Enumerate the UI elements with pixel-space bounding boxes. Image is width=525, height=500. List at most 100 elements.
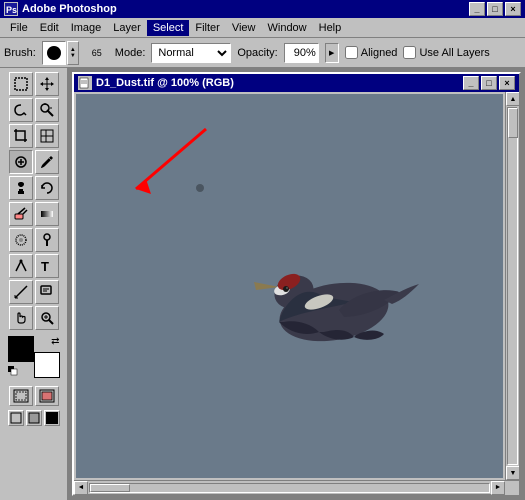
doc-minimize-button[interactable]: _ xyxy=(463,76,479,90)
bird-image xyxy=(224,222,444,382)
menu-item-filter[interactable]: Filter xyxy=(189,20,225,36)
aligned-label: Aligned xyxy=(361,47,398,59)
brush-size-arrows[interactable]: ▲ ▼ xyxy=(67,41,79,65)
doc-title: D1_Dust.tif @ 100% (RGB) xyxy=(96,77,459,89)
main-area: T ⇄ xyxy=(0,68,525,500)
menu-item-window[interactable]: Window xyxy=(262,20,313,36)
close-button[interactable]: × xyxy=(505,2,521,16)
scroll-right-button[interactable]: ► xyxy=(491,481,505,495)
tool-row-9 xyxy=(4,280,63,304)
crop-tool[interactable] xyxy=(9,124,33,148)
opacity-input[interactable] xyxy=(284,43,319,63)
use-all-layers-checkbox-group: Use All Layers xyxy=(403,46,489,59)
default-colors-icon[interactable] xyxy=(8,366,18,378)
opacity-label: Opacity: xyxy=(237,47,277,59)
brush-label: Brush: xyxy=(4,47,36,59)
doc-window-buttons: _ □ × xyxy=(463,76,515,90)
gradient-tool[interactable] xyxy=(35,202,59,226)
tool-row-6 xyxy=(4,202,63,226)
app-title: Adobe Photoshop xyxy=(22,3,465,15)
app-icon: Ps xyxy=(4,2,18,16)
vertical-scrollbar[interactable]: ▲ ▼ xyxy=(505,92,519,480)
horizontal-scrollbar[interactable]: ◄ ► xyxy=(74,480,519,494)
opacity-arrow[interactable]: ▶ xyxy=(325,43,339,63)
scroll-down-button[interactable]: ▼ xyxy=(506,466,519,480)
tool-row-5 xyxy=(4,176,63,200)
hand-tool[interactable] xyxy=(9,306,33,330)
use-all-layers-checkbox[interactable] xyxy=(403,46,416,59)
quick-mask-mode-button[interactable] xyxy=(35,386,59,406)
options-bar: Brush: ▲ ▼ 65 Mode: Normal Dissolve Mult… xyxy=(0,38,525,68)
menu-item-file[interactable]: File xyxy=(4,20,34,36)
maximize-button[interactable]: □ xyxy=(487,2,503,16)
swap-colors-icon[interactable]: ⇄ xyxy=(51,336,59,347)
aligned-checkbox-group: Aligned xyxy=(345,46,398,59)
menu-item-select[interactable]: Select xyxy=(147,20,190,36)
scroll-thumb-v[interactable] xyxy=(508,108,518,138)
doc-close-button[interactable]: × xyxy=(499,76,515,90)
background-color-swatch[interactable] xyxy=(34,352,60,378)
tool-row-10 xyxy=(4,306,63,330)
pen-tool[interactable] xyxy=(9,254,33,278)
doc-maximize-button[interactable]: □ xyxy=(481,76,497,90)
minimize-button[interactable]: _ xyxy=(469,2,485,16)
brush-circle-icon xyxy=(47,46,61,60)
text-tool[interactable]: T xyxy=(35,254,59,278)
standard-mode-button[interactable] xyxy=(9,386,33,406)
lasso-tool[interactable] xyxy=(9,98,33,122)
mode-label: Mode: xyxy=(115,47,146,59)
doc-content: ▲ ▼ xyxy=(74,92,519,480)
annotation-tool[interactable] xyxy=(35,280,59,304)
stamp-tool[interactable] xyxy=(9,176,33,200)
tool-row-2 xyxy=(4,98,63,122)
screen-mode-buttons xyxy=(4,410,63,426)
tool-row-8: T xyxy=(4,254,63,278)
standard-screen-button[interactable] xyxy=(8,410,24,426)
menu-item-edit[interactable]: Edit xyxy=(34,20,65,36)
foreground-color-swatch[interactable] xyxy=(8,336,34,362)
menu-item-image[interactable]: Image xyxy=(65,20,108,36)
measure-tool[interactable] xyxy=(9,280,33,304)
scroll-left-button[interactable]: ◄ xyxy=(74,481,88,495)
red-arrow-indicator xyxy=(126,124,216,204)
full-screen-menu-button[interactable] xyxy=(26,410,42,426)
full-screen-button[interactable] xyxy=(44,410,60,426)
scroll-track-h[interactable] xyxy=(89,483,490,493)
eraser-tool[interactable] xyxy=(9,202,33,226)
color-swatches: ⇄ xyxy=(8,336,60,378)
canvas-area[interactable] xyxy=(76,94,503,478)
tool-row-1 xyxy=(4,72,63,96)
svg-text:Ps: Ps xyxy=(6,5,17,15)
tool-row-7 xyxy=(4,228,63,252)
use-all-layers-label: Use All Layers xyxy=(419,47,489,59)
scroll-up-button[interactable]: ▲ xyxy=(506,92,519,106)
brush-tool[interactable] xyxy=(35,150,59,174)
healing-brush-tool[interactable] xyxy=(9,150,33,174)
title-bar: Ps Adobe Photoshop _ □ × xyxy=(0,0,525,18)
dust-spot xyxy=(196,184,204,192)
scroll-thumb-h[interactable] xyxy=(90,484,130,492)
brush-preview[interactable] xyxy=(42,41,66,65)
dodge-tool[interactable] xyxy=(35,228,59,252)
history-brush-tool[interactable] xyxy=(35,176,59,200)
doc-window-icon xyxy=(78,76,92,90)
scrollbar-corner xyxy=(505,481,519,495)
doc-window: D1_Dust.tif @ 100% (RGB) _ □ × xyxy=(72,72,521,496)
title-bar-buttons: _ □ × xyxy=(469,2,521,16)
brush-size-display: 65 xyxy=(85,48,109,58)
menu-item-view[interactable]: View xyxy=(226,20,262,36)
move-tool[interactable] xyxy=(35,72,59,96)
menu-item-layer[interactable]: Layer xyxy=(107,20,147,36)
aligned-checkbox[interactable] xyxy=(345,46,358,59)
tool-row-3 xyxy=(4,124,63,148)
zoom-tool[interactable] xyxy=(35,306,59,330)
blur-tool[interactable] xyxy=(9,228,33,252)
slice-tool[interactable] xyxy=(35,124,59,148)
mode-select[interactable]: Normal Dissolve Multiply Screen xyxy=(151,43,231,63)
tool-row-4 xyxy=(4,150,63,174)
marquee-tool[interactable] xyxy=(9,72,33,96)
menu-item-help[interactable]: Help xyxy=(313,20,348,36)
magic-wand-tool[interactable] xyxy=(35,98,59,122)
scroll-track-v[interactable] xyxy=(507,107,518,465)
menu-bar: FileEditImageLayerSelectFilterViewWindow… xyxy=(0,18,525,38)
